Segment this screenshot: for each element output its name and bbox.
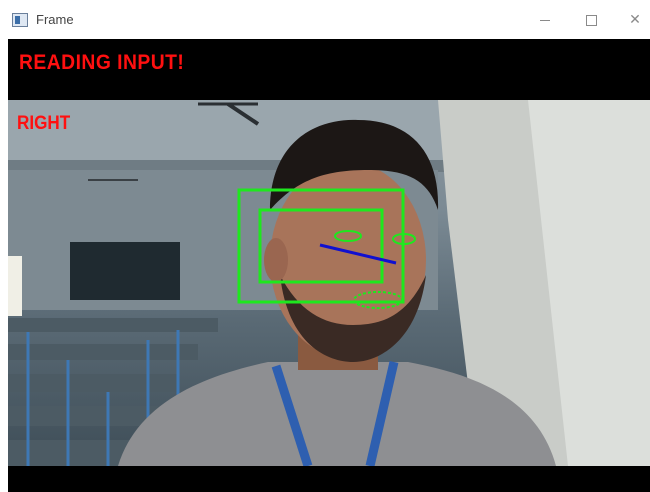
maximize-icon: [585, 14, 597, 26]
minimize-button[interactable]: [522, 0, 568, 40]
minimize-icon: [540, 19, 550, 21]
video-canvas: READING INPUT! RIGHT: [8, 39, 650, 492]
title-bar[interactable]: Frame ✕: [0, 0, 650, 40]
status-text: READING INPUT!: [19, 51, 185, 74]
bottom-black-bar: [8, 466, 650, 492]
maximize-button[interactable]: [568, 0, 614, 40]
window-title: Frame: [36, 12, 74, 27]
camera-scene: [8, 100, 650, 466]
person-ear: [264, 238, 288, 282]
blackboard: [70, 242, 180, 300]
app-window-icon: [12, 13, 28, 27]
close-icon: ✕: [629, 12, 641, 28]
close-button[interactable]: ✕: [612, 0, 650, 40]
direction-text: RIGHT: [17, 113, 71, 134]
left-window: [8, 256, 22, 316]
frame-window: Frame ✕ READING INPUT! RIGHT: [0, 0, 650, 492]
camera-frame: RIGHT: [8, 100, 650, 466]
